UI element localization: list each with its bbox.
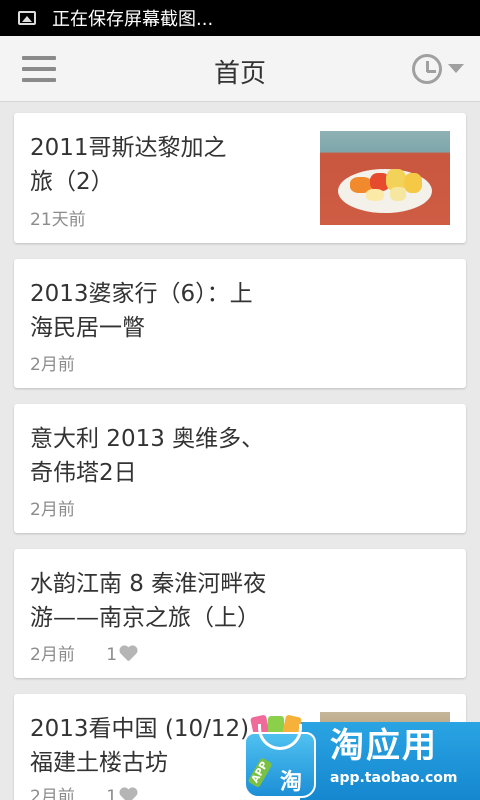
ad-url: app.taobao.com — [330, 770, 458, 786]
post-card[interactable]: 意大利 2013 奥维多、 奇伟塔2日 2月前 — [14, 404, 466, 533]
post-card[interactable]: 2011哥斯达黎加之 旅（2） 21天前 — [14, 113, 466, 243]
ad-banner: 淘应用 app.taobao.com — [300, 722, 480, 800]
post-meta: 2月前 1 — [30, 640, 137, 665]
post-title: 2013婆家行（6）：上 海民居一瞥 — [30, 281, 253, 341]
post-title: 水韵江南 8 秦淮河畔夜 游——南京之旅（上） — [30, 571, 267, 631]
clock-icon — [412, 54, 442, 84]
bag-glyph: 淘 — [280, 770, 303, 795]
like-count[interactable]: 1 — [106, 645, 137, 665]
page-title: 首页 — [213, 59, 266, 89]
post-title: 2011哥斯达黎加之 旅（2） — [30, 135, 227, 195]
shopping-bag-icon: APP 淘 — [240, 714, 324, 800]
heart-icon — [119, 646, 137, 662]
post-meta: 2月前 — [30, 350, 75, 375]
like-count[interactable]: 1 — [106, 787, 137, 800]
ad-title: 淘应用 — [330, 726, 438, 766]
status-bar: 正在保存屏幕截图... — [0, 0, 480, 36]
post-meta: 21天前 — [30, 205, 86, 230]
app-bar: 首页 — [0, 36, 480, 102]
post-time: 2月前 — [30, 645, 75, 665]
chevron-down-icon — [448, 64, 464, 73]
post-meta: 2月前 1 — [30, 782, 137, 800]
post-meta: 2月前 — [30, 495, 75, 520]
heart-icon — [119, 788, 137, 800]
post-thumbnail — [320, 131, 450, 225]
post-time: 2月前 — [30, 355, 75, 375]
post-time: 21天前 — [30, 210, 86, 230]
history-dropdown-button[interactable] — [412, 54, 466, 86]
post-time: 2月前 — [30, 500, 75, 520]
status-notification-text: 正在保存屏幕截图... — [52, 9, 214, 30]
post-feed: 2011哥斯达黎加之 旅（2） 21天前 2013婆家行（6）：上 海民居一瞥 2月… — [14, 113, 466, 800]
screenshot-notification-icon — [18, 11, 36, 25]
post-time: 2月前 — [30, 787, 75, 800]
post-card[interactable]: 水韵江南 8 秦淮河畔夜 游——南京之旅（上） 2月前 1 — [14, 549, 466, 678]
taobao-app-ad[interactable]: 淘应用 app.taobao.com APP 淘 — [240, 704, 480, 800]
post-card[interactable]: 2013婆家行（6）：上 海民居一瞥 2月前 — [14, 259, 466, 388]
post-title: 意大利 2013 奥维多、 奇伟塔2日 — [30, 426, 265, 486]
